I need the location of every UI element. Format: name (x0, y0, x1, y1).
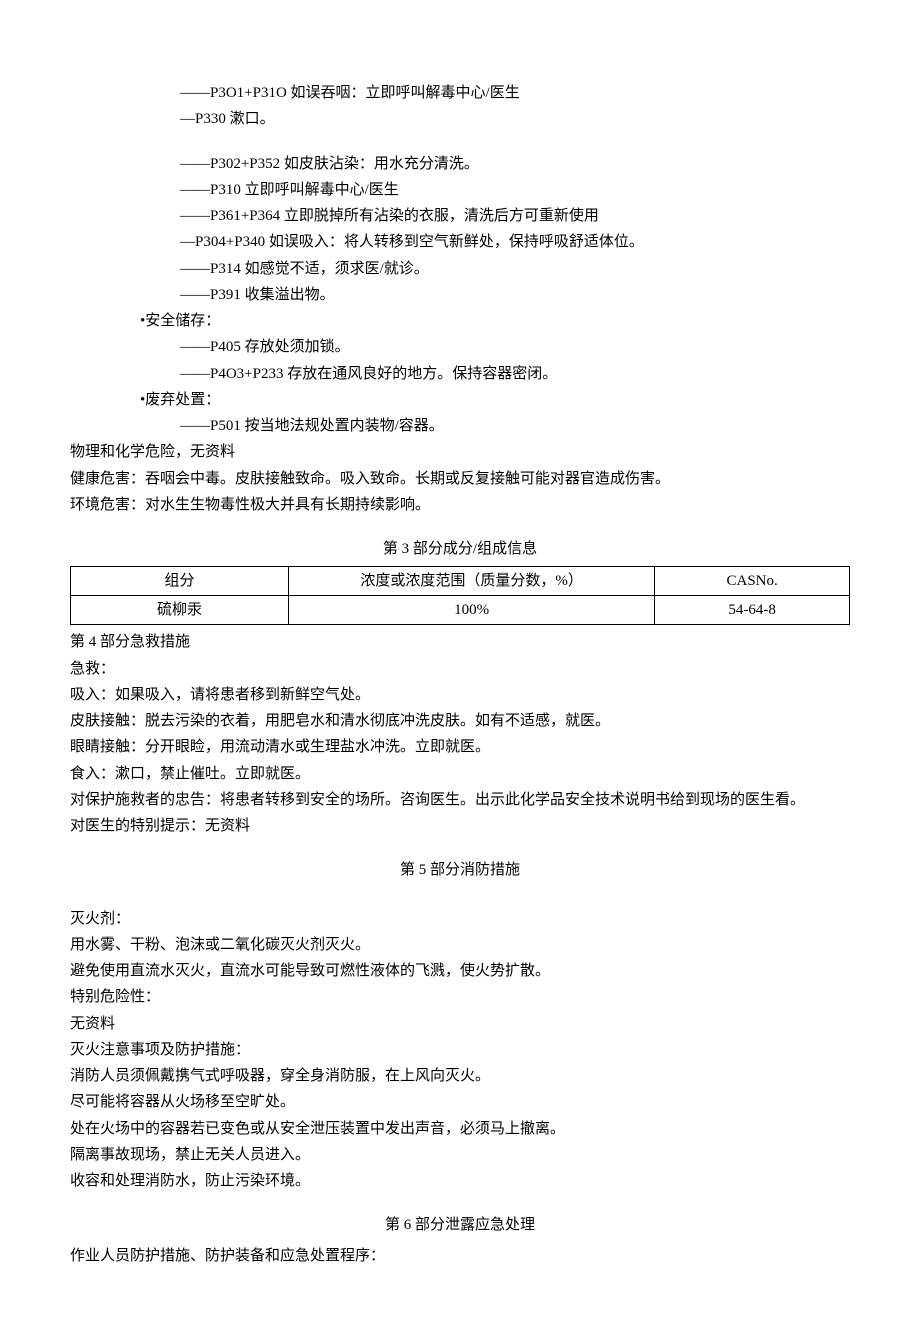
precaution-line: ——P391 收集溢出物。 (70, 282, 850, 308)
section5-line: 用水雾、干粉、泡沫或二氧化碳灭火剂灭火。 (70, 932, 850, 958)
section4-line: 皮肤接触：脱去污染的衣着，用肥皂水和清水彻底冲洗皮肤。如有不适感，就医。 (70, 708, 850, 734)
section3-heading: 第 3 部分成分/组成信息 (70, 536, 850, 562)
storage-line: ——P4O3+P233 存放在通风良好的地方。保持容器密闭。 (70, 361, 850, 387)
section5-line: 隔离事故现场，禁止无关人员进入。 (70, 1142, 850, 1168)
section6-line: 作业人员防护措施、防护装备和应急处置程序： (70, 1243, 850, 1269)
disposal-header: •废弃处置： (70, 387, 850, 413)
section5-line: 消防人员须佩戴携气式呼吸器，穿全身消防服，在上风向灭火。 (70, 1063, 850, 1089)
table-cell: 54-64-8 (655, 596, 850, 625)
section4-line: 对保护施救者的忠告：将患者转移到安全的场所。咨询医生。出示此化学品安全技术说明书… (70, 787, 850, 813)
precaution-line: ——P3O1+P31O 如误吞咽：立即呼叫解毒中心/医生 (70, 80, 850, 106)
section5-line: 特别危险性： (70, 984, 850, 1010)
composition-table: 组分 浓度或浓度范围（质量分数，%） CASNo. 硫柳汞 100% 54-64… (70, 566, 850, 625)
section4-line: 急救： (70, 656, 850, 682)
storage-header: •安全储存： (70, 308, 850, 334)
section4-line: 眼睛接触：分开眼睑，用流动清水或生理盐水冲洗。立即就医。 (70, 734, 850, 760)
section5-line: 灭火注意事项及防护措施： (70, 1037, 850, 1063)
section4-line: 吸入：如果吸入，请将患者移到新鲜空气处。 (70, 682, 850, 708)
table-header-row: 组分 浓度或浓度范围（质量分数，%） CASNo. (71, 567, 850, 596)
section5-heading: 第 5 部分消防措施 (70, 857, 850, 883)
precaution-line: ——P361+P364 立即脱掉所有沾染的衣服，清洗后方可重新使用 (70, 203, 850, 229)
section5-line: 无资料 (70, 1011, 850, 1037)
section4-heading: 第 4 部分急救措施 (70, 629, 850, 655)
section5-line: 收容和处理消防水，防止污染环境。 (70, 1168, 850, 1194)
table-header-cell: CASNo. (655, 567, 850, 596)
table-header-cell: 浓度或浓度范围（质量分数，%） (289, 567, 655, 596)
table-cell: 硫柳汞 (71, 596, 289, 625)
section5-line: 处在火场中的容器若已变色或从安全泄压装置中发出声音，必须马上撤离。 (70, 1116, 850, 1142)
section5-line: 灭火剂： (70, 906, 850, 932)
storage-line: ——P405 存放处须加锁。 (70, 334, 850, 360)
section4-line: 食入：漱口，禁止催吐。立即就医。 (70, 761, 850, 787)
table-cell: 100% (289, 596, 655, 625)
hazard-env: 环境危害：对水生生物毒性极大并具有长期持续影响。 (70, 492, 850, 518)
hazard-health: 健康危害：吞咽会中毒。皮肤接触致命。吸入致命。长期或反复接触可能对器官造成伤害。 (70, 466, 850, 492)
precaution-line: —P330 漱口。 (70, 106, 850, 132)
section6-heading: 第 6 部分泄露应急处理 (70, 1212, 850, 1238)
disposal-line: ——P501 按当地法规处置内装物/容器。 (70, 413, 850, 439)
table-row: 硫柳汞 100% 54-64-8 (71, 596, 850, 625)
section5-line: 尽可能将容器从火场移至空旷处。 (70, 1089, 850, 1115)
table-header-cell: 组分 (71, 567, 289, 596)
precaution-line: —P304+P340 如误吸入：将人转移到空气新鲜处，保持呼吸舒适体位。 (70, 229, 850, 255)
section4-line: 对医生的特别提示：无资料 (70, 813, 850, 839)
precaution-line: ——P310 立即呼叫解毒中心/医生 (70, 177, 850, 203)
precaution-line: ——P314 如感觉不适，须求医/就诊。 (70, 256, 850, 282)
hazard-physical: 物理和化学危险，无资料 (70, 439, 850, 465)
precaution-block: ——P3O1+P31O 如误吞咽：立即呼叫解毒中心/医生 —P330 漱口。 —… (70, 80, 850, 308)
section5-line: 避免使用直流水灭火，直流水可能导致可燃性液体的飞溅，使火势扩散。 (70, 958, 850, 984)
precaution-line: ——P302+P352 如皮肤沾染：用水充分清洗。 (70, 151, 850, 177)
